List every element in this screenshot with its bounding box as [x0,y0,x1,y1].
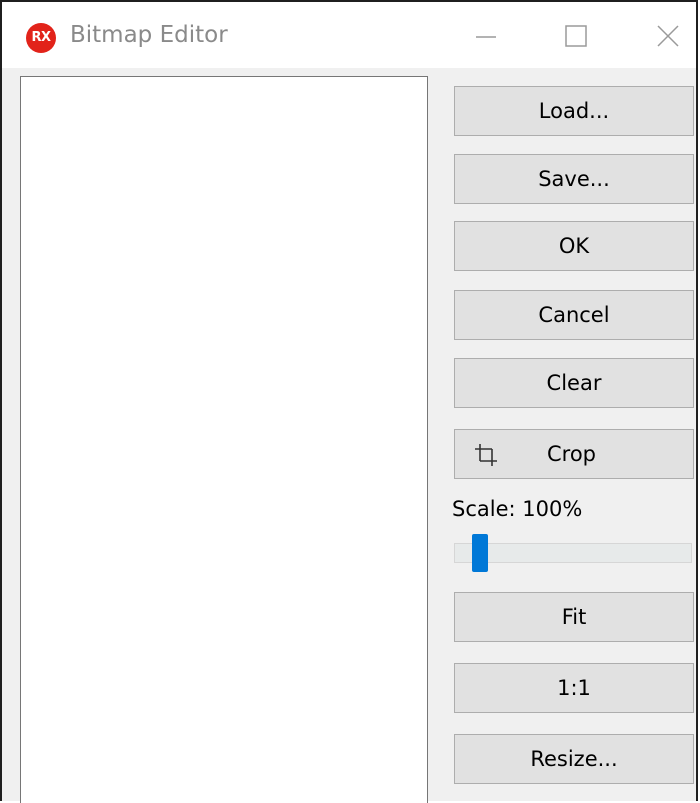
close-button[interactable] [640,14,696,58]
bitmap-editor-window: RX Bitmap Editor Load... Save... OK Canc… [0,0,698,803]
crop-icon [475,444,497,466]
cancel-button[interactable]: Cancel [454,290,694,340]
maximize-button[interactable] [548,14,604,58]
scale-slider-track[interactable] [454,543,692,563]
window-title: Bitmap Editor [70,22,228,48]
fit-button-label: Fit [561,605,587,629]
rx-logo-icon: RX [26,23,56,53]
crop-button[interactable]: Crop [454,429,694,479]
clear-button-label: Clear [546,371,602,395]
save-button[interactable]: Save... [454,154,694,204]
bitmap-canvas[interactable] [20,76,428,803]
resize-button-label: Resize... [530,747,618,771]
ok-button-label: OK [558,234,590,258]
scale-slider-thumb[interactable] [472,534,488,572]
load-button[interactable]: Load... [454,86,694,136]
clear-button[interactable]: Clear [454,358,694,408]
load-button-label: Load... [538,99,610,123]
resize-button[interactable]: Resize... [454,734,694,784]
one-to-one-button-label: 1:1 [557,676,591,700]
fit-button[interactable]: Fit [454,592,694,642]
ok-button[interactable]: OK [454,221,694,271]
maximize-icon [565,25,587,47]
one-to-one-button[interactable]: 1:1 [454,663,694,713]
scale-label: Scale: 100% [452,497,583,521]
crop-button-label: Crop [547,442,597,466]
title-bar[interactable]: RX Bitmap Editor [2,2,696,68]
minimize-icon [476,36,496,38]
close-icon [657,25,679,47]
save-button-label: Save... [538,167,610,191]
cancel-button-label: Cancel [538,303,610,327]
scale-slider[interactable] [454,534,694,572]
minimize-button[interactable] [458,14,514,58]
